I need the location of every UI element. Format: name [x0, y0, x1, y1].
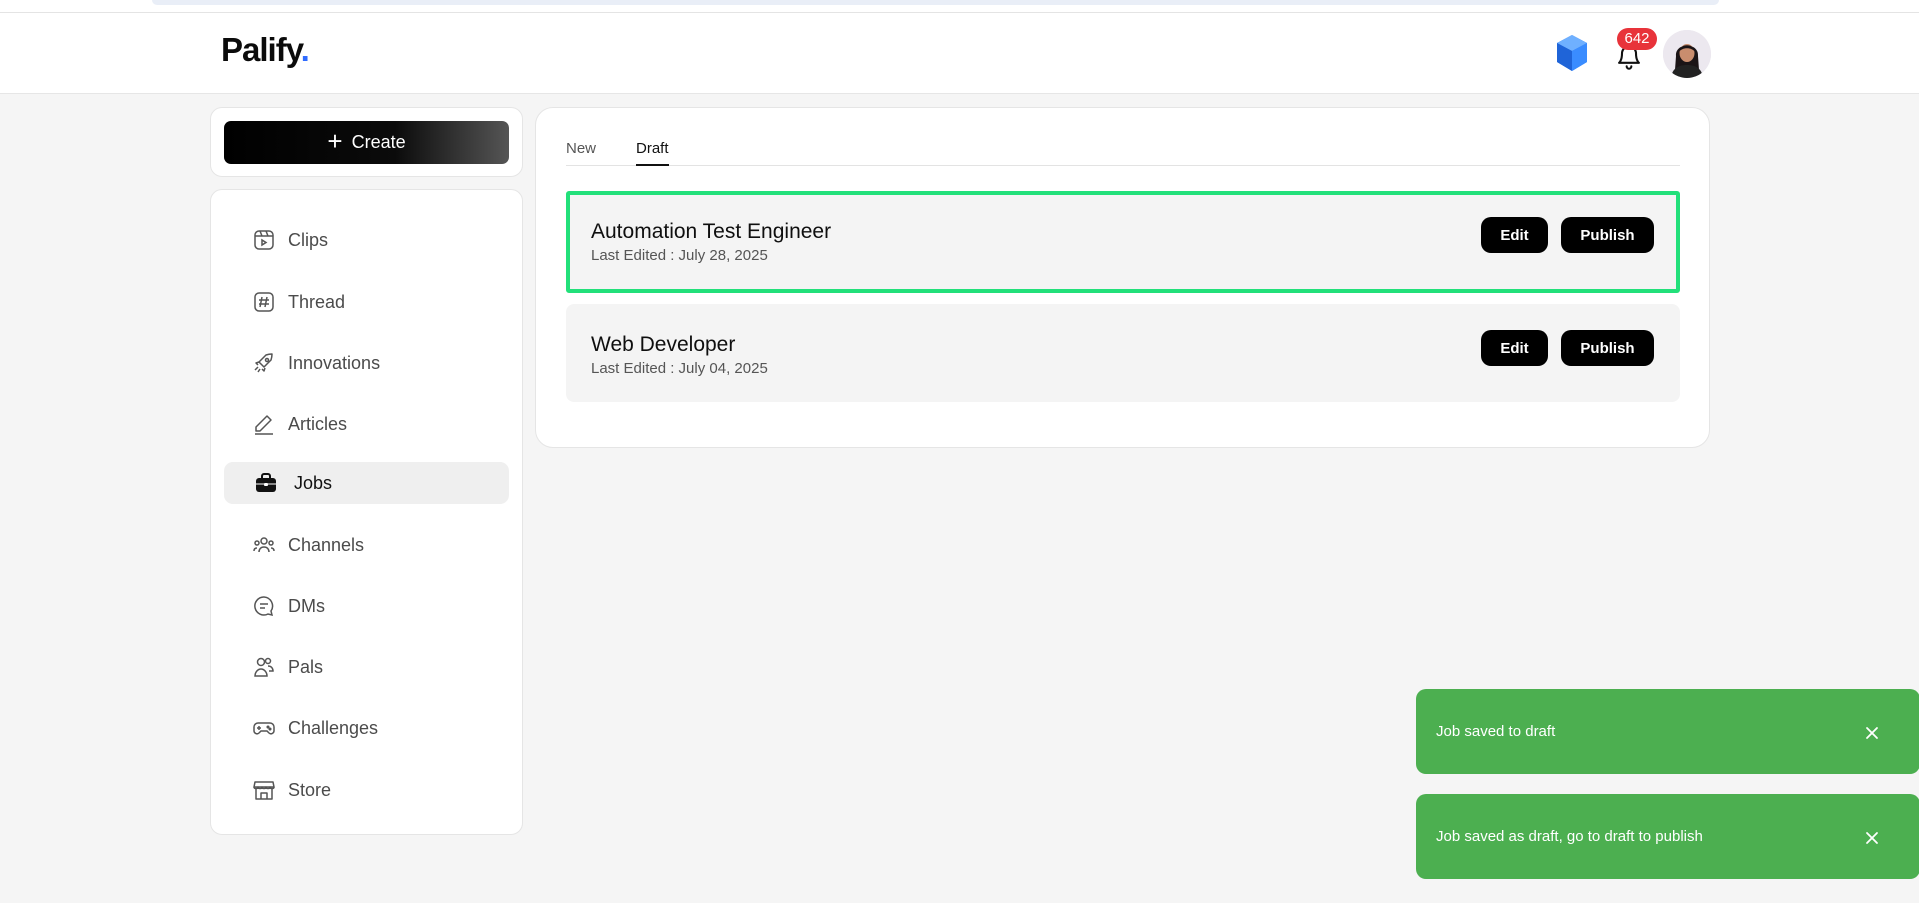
sidebar-item-label: Articles — [288, 413, 348, 434]
sidebar-item-label: Pals — [288, 656, 324, 677]
toast-message: Job saved to draft — [1436, 723, 1556, 740]
app-header: Palify. 642 — [0, 13, 1919, 94]
sidebar-item-label: DMs — [288, 595, 325, 616]
sidebar-item-dms[interactable]: DMs — [224, 585, 509, 627]
create-button[interactable]: + Create — [224, 121, 509, 164]
sidebar-item-innovations[interactable]: Innovations — [224, 342, 509, 384]
job-last-edited: Last Edited : July 28, 2025 — [591, 247, 768, 264]
job-card: Automation Test Engineer Last Edited : J… — [566, 191, 1680, 293]
sidebar-item-label: Innovations — [288, 352, 381, 373]
toast-notification: Job saved to draft — [1416, 689, 1919, 774]
pen-icon — [252, 412, 276, 436]
sidebar-item-label: Challenges — [288, 717, 379, 738]
clips-icon — [252, 228, 276, 252]
hashtag-icon — [252, 290, 276, 314]
sidebar-item-jobs[interactable]: Jobs — [224, 462, 509, 504]
job-last-edited: Last Edited : July 04, 2025 — [591, 360, 768, 377]
sidebar-item-channels[interactable]: Channels — [224, 524, 509, 566]
gamepad-icon — [252, 716, 276, 740]
sidebar-item-clips[interactable]: Clips — [224, 219, 509, 261]
sidebar-item-pals[interactable]: Pals — [224, 646, 509, 688]
avatar[interactable] — [1663, 30, 1711, 78]
sidebar-item-articles[interactable]: Articles — [224, 403, 509, 445]
top-strip-bar — [152, 0, 1719, 5]
toast-message: Job saved as draft, go to draft to publi… — [1436, 828, 1703, 845]
edit-button[interactable]: Edit — [1481, 217, 1548, 253]
briefcase-icon — [254, 471, 278, 495]
create-card: + Create — [210, 107, 523, 177]
job-title: Web Developer — [591, 333, 736, 356]
close-icon[interactable] — [1864, 725, 1880, 741]
browser-top-strip — [0, 0, 1919, 13]
plus-icon: + — [327, 126, 343, 156]
job-card: Web Developer Last Edited : July 04, 202… — [566, 304, 1680, 402]
sidebar-item-label: Jobs — [294, 472, 333, 493]
sidebar-item-label: Channels — [288, 534, 365, 555]
sidebar-item-label: Store — [288, 779, 332, 800]
sidebar-item-challenges[interactable]: Challenges — [224, 707, 509, 749]
job-title: Automation Test Engineer — [591, 220, 832, 243]
create-label: Create — [351, 132, 406, 152]
logo-text: Palify — [221, 31, 302, 68]
chat-icon — [252, 594, 276, 618]
close-icon[interactable] — [1864, 830, 1880, 846]
logo[interactable]: Palify. — [221, 31, 310, 69]
publish-button[interactable]: Publish — [1561, 330, 1654, 366]
rocket-icon — [252, 351, 276, 375]
channels-icon — [252, 533, 276, 557]
gem-icon[interactable] — [1555, 34, 1589, 72]
store-icon — [252, 778, 276, 802]
jobs-panel: New Draft Automation Test Engineer Last … — [535, 107, 1710, 448]
edit-button[interactable]: Edit — [1481, 330, 1548, 366]
sidebar-item-label: Thread — [288, 291, 346, 312]
sidebar: Clips Thread Innovations Articles Jobs C… — [210, 189, 523, 835]
toast-notification: Job saved as draft, go to draft to publi… — [1416, 794, 1919, 879]
publish-button[interactable]: Publish — [1561, 217, 1654, 253]
sidebar-item-label: Clips — [288, 229, 329, 250]
tab-draft[interactable]: Draft — [636, 140, 669, 166]
tab-bar: New Draft — [566, 138, 1680, 166]
notification-badge: 642 — [1617, 28, 1657, 50]
pals-icon — [252, 655, 276, 679]
tab-new[interactable]: New — [566, 140, 596, 166]
logo-dot: . — [300, 31, 310, 68]
sidebar-item-thread[interactable]: Thread — [224, 281, 509, 323]
sidebar-item-store[interactable]: Store — [224, 769, 509, 811]
